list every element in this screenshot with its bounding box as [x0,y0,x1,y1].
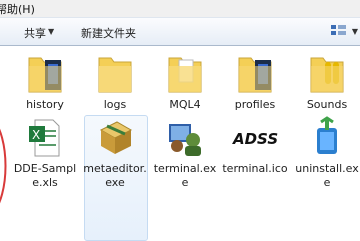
chevron-down-icon[interactable]: ▼ [48,27,54,36]
file-name: MQL4 [169,98,201,111]
file-name: DDE-Sample.xls [13,162,77,189]
file-list: history logs MQL4 profiles Sounds X DDE-… [0,46,360,241]
folder-icon [238,57,272,93]
folder-item-history[interactable]: history [12,52,78,112]
file-name: terminal.ico [222,162,288,175]
adss-logo-icon: ADSS [232,130,278,148]
file-name: history [26,98,64,111]
view-dropdown-icon[interactable]: ▼ [352,27,358,36]
new-folder-button[interactable]: 新建文件夹 [81,25,136,41]
share-button[interactable]: 共享 [24,25,46,41]
file-item-uninstall[interactable]: uninstall.exe [294,116,360,190]
excel-file-icon: X [29,119,60,157]
folder-item-logs[interactable]: logs [82,52,148,112]
folder-item-sounds[interactable]: Sounds [294,52,360,112]
help-menu[interactable]: 帮助(H) [0,1,35,17]
view-options-icon[interactable] [331,25,346,38]
folder-icon [310,57,344,93]
folder-item-profiles[interactable]: profiles [222,52,288,112]
file-item-terminal-exe[interactable]: terminal.exe [152,116,218,190]
folder-item-mql4[interactable]: MQL4 [152,52,218,112]
uninstall-icon [317,116,337,154]
file-item-terminal-ico[interactable]: ADSS terminal.ico [222,116,288,176]
command-toolbar: 共享 ▼ 新建文件夹 ▼ [0,17,360,46]
folder-icon [168,57,202,93]
file-name: profiles [234,98,276,111]
svg-text:ADSS: ADSS [232,130,278,148]
file-item-metaeditor[interactable]: metaeditor.exe [82,116,148,190]
file-name: logs [103,98,127,111]
file-name: terminal.exe [153,162,217,189]
file-item-dde-sample[interactable]: X DDE-Sample.xls [12,116,78,190]
terminal-app-icon [169,124,201,156]
file-name: metaeditor.exe [83,162,147,189]
folder-icon [28,57,62,93]
menu-bar: 帮助(H) [0,0,360,17]
file-name: uninstall.exe [295,162,359,189]
svg-text:X: X [32,128,40,142]
file-name: Sounds [306,98,348,111]
metaeditor-icon [99,121,133,154]
folder-icon [98,57,132,93]
